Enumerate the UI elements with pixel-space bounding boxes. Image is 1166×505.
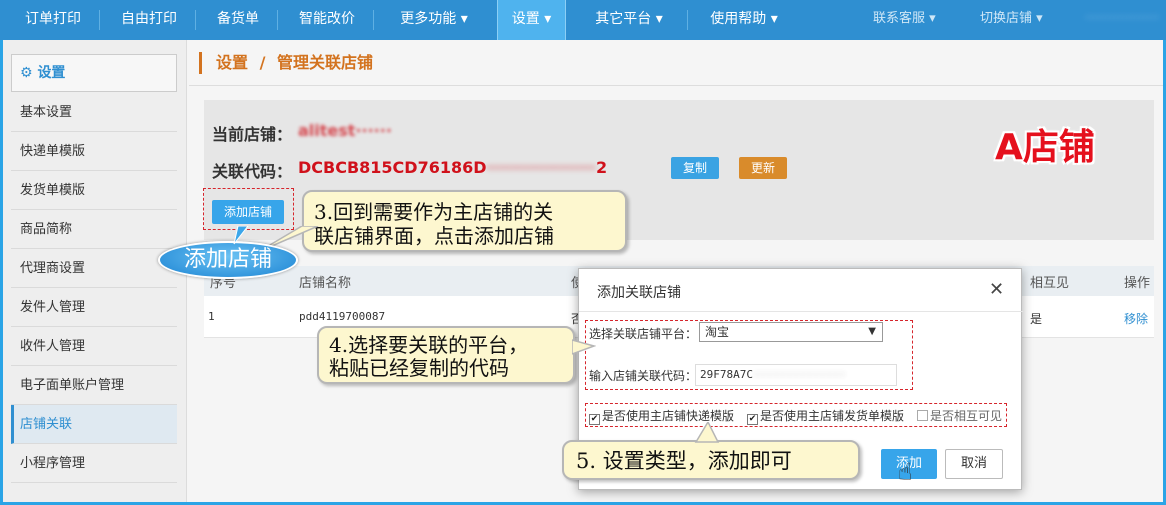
callout-step3-line2: 联店铺界面，点击添加店铺	[314, 224, 554, 248]
contact-service-link[interactable]: 联系客服 ▾	[873, 0, 936, 40]
nav-label: 订单打印	[25, 11, 81, 27]
breadcrumb: 设置 / 管理关联店铺	[199, 52, 373, 74]
link-code-label: 关联代码：	[212, 162, 293, 181]
nav-stock-list[interactable]: 备货单	[198, 0, 278, 40]
sidebar-item-miniapp[interactable]: 小程序管理	[11, 444, 177, 483]
nav-smart-price[interactable]: 智能改价	[280, 0, 374, 40]
store-watermark: A店铺	[995, 127, 1095, 168]
callout-step3-line1: 3.回到需要作为主店铺的关	[314, 200, 554, 224]
nav-order-print[interactable]: 订单打印	[6, 0, 100, 40]
switch-store-link[interactable]: 切换店铺 ▾	[980, 0, 1043, 40]
sidebar-title-label: 设置	[37, 65, 66, 81]
callout-step5: 5. 设置类型，添加即可	[562, 440, 860, 480]
callout-step3: 3.回到需要作为主店铺的关 联店铺界面，点击添加店铺	[302, 190, 627, 252]
sidebar-item-sender[interactable]: 发件人管理	[11, 288, 177, 327]
th-mutual: 相互见	[1030, 276, 1070, 291]
callout-step5-pointer	[694, 422, 720, 443]
cell-store-name: pdd4119700087	[299, 310, 386, 323]
nav-label: 备货单	[217, 11, 259, 27]
nav-label: 使用帮助 ▾	[710, 11, 778, 27]
top-nav: 订单打印 自由打印 备货单 智能改价 更多功能 ▾ 设置 ▾ 其它平台 ▾ 使用…	[0, 0, 1166, 40]
dialog-divider	[579, 311, 1023, 312]
current-store-value: alitest······	[298, 121, 392, 140]
dialog-cancel-button[interactable]: 取消	[945, 449, 1003, 479]
nav-other-platform[interactable]: 其它平台 ▾	[570, 0, 688, 40]
breadcrumb-sep: /	[259, 53, 266, 72]
cell-index: 1	[208, 310, 215, 323]
callout-step4-pointer	[572, 339, 596, 355]
link-code-hidden: ··················	[486, 158, 596, 177]
copy-button[interactable]: 复制	[671, 157, 719, 179]
nav-more[interactable]: 更多功能 ▾	[376, 0, 492, 40]
nav-label: 其它平台 ▾	[595, 11, 663, 27]
highlight-add-button	[203, 188, 294, 230]
current-store-label: 当前店铺：	[212, 125, 293, 144]
close-icon[interactable]: ✕	[989, 279, 1004, 300]
bubble-label: 添加店铺	[183, 247, 272, 272]
callout-step4-line1: 4.选择要关联的平台，	[329, 333, 529, 357]
sidebar-title: ⚙ 设置	[11, 54, 177, 92]
nav-label: 智能改价	[299, 11, 355, 27]
callout-step4-line2: 粘贴已经复制的代码	[329, 356, 509, 380]
link-code-value: DCBCB815CD76186D··················2	[298, 158, 607, 177]
sidebar-item-agent[interactable]: 代理商设置	[11, 249, 177, 288]
sidebar-item-receiver[interactable]: 收件人管理	[11, 327, 177, 366]
nav-label: 设置 ▾	[511, 11, 552, 27]
th-action: 操作	[1124, 276, 1151, 291]
th-store-name: 店铺名称	[299, 276, 352, 291]
bubble-add-store: 添加店铺	[158, 241, 298, 279]
divider	[189, 85, 1163, 86]
remove-link[interactable]: 移除	[1124, 310, 1148, 327]
sidebar-item-ewaybill[interactable]: 电子面单账户管理	[11, 366, 177, 405]
callout-step5-text: 5. 设置类型，添加即可	[576, 449, 792, 473]
highlight-platform-code	[585, 320, 913, 390]
hand-cursor-icon: ☝	[898, 458, 913, 486]
refresh-button[interactable]: 更新	[739, 157, 787, 179]
account-name[interactable]: ··················	[1085, 0, 1159, 40]
link-code-visible: DCBCB815CD76186D	[298, 158, 487, 177]
nav-settings[interactable]: 设置 ▾	[497, 0, 566, 40]
breadcrumb-current: 管理关联店铺	[277, 53, 374, 72]
cell-mutual: 是	[1030, 312, 1043, 326]
bubble-pointer	[233, 226, 249, 245]
sidebar-item-basic[interactable]: 基本设置	[11, 93, 177, 132]
sidebar-item-product-alias[interactable]: 商品简称	[11, 210, 177, 249]
sidebar: ⚙ 设置 基本设置 快递单模版 发货单模版 商品简称 代理商设置 发件人管理 收…	[3, 40, 187, 502]
highlight-options	[585, 403, 1007, 427]
nav-free-print[interactable]: 自由打印	[102, 0, 196, 40]
sidebar-item-store-link[interactable]: 店铺关联	[11, 405, 177, 444]
nav-label: 更多功能 ▾	[400, 11, 468, 27]
breadcrumb-root[interactable]: 设置	[216, 53, 248, 72]
sidebar-item-express-template[interactable]: 快递单模版	[11, 132, 177, 171]
nav-label: 自由打印	[121, 11, 177, 27]
link-code-tail: 2	[595, 158, 608, 177]
gear-icon: ⚙	[20, 65, 33, 81]
sidebar-item-invoice-template[interactable]: 发货单模版	[11, 171, 177, 210]
dialog-title: 添加关联店铺	[597, 285, 681, 301]
callout-step4: 4.选择要关联的平台， 粘贴已经复制的代码	[317, 326, 575, 384]
nav-help[interactable]: 使用帮助 ▾	[690, 0, 798, 40]
